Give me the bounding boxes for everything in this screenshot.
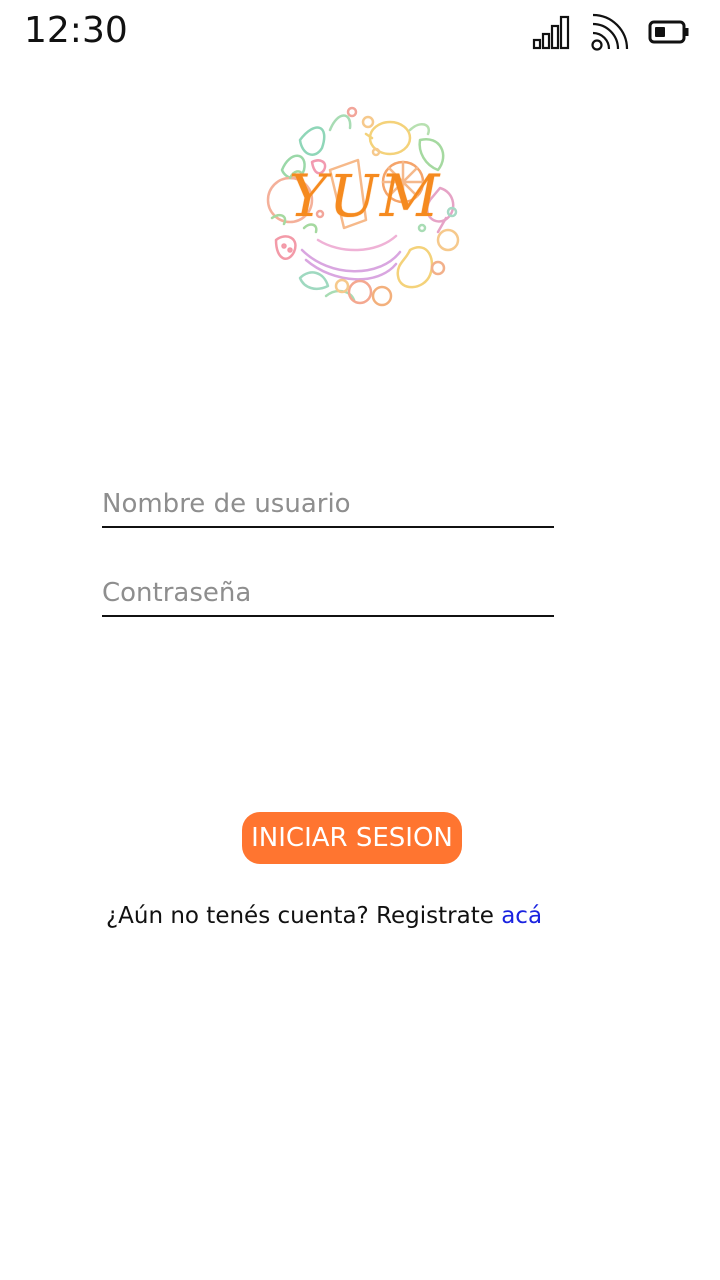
status-icons [532,12,690,52]
battery-icon [648,20,689,44]
login-screen: 12:30 YUM Nombre de usuario INICIAR SESI… [0,0,720,1280]
password-input[interactable] [102,571,554,617]
app-logo: YUM [260,100,470,312]
wifi-icon [591,13,629,51]
register-prompt: ¿Aún no tenés cuenta? Registrate acá [0,903,648,929]
username-input[interactable] [102,482,554,528]
register-link[interactable]: acá [501,903,542,929]
logo-wordmark: YUM [288,162,442,230]
register-prompt-text: ¿Aún no tenés cuenta? Registrate [105,903,502,929]
status-bar: 12:30 [0,0,720,64]
login-button[interactable]: INICIAR SESION [242,812,462,864]
signal-icon [532,15,570,50]
status-clock: 12:30 [24,10,128,51]
